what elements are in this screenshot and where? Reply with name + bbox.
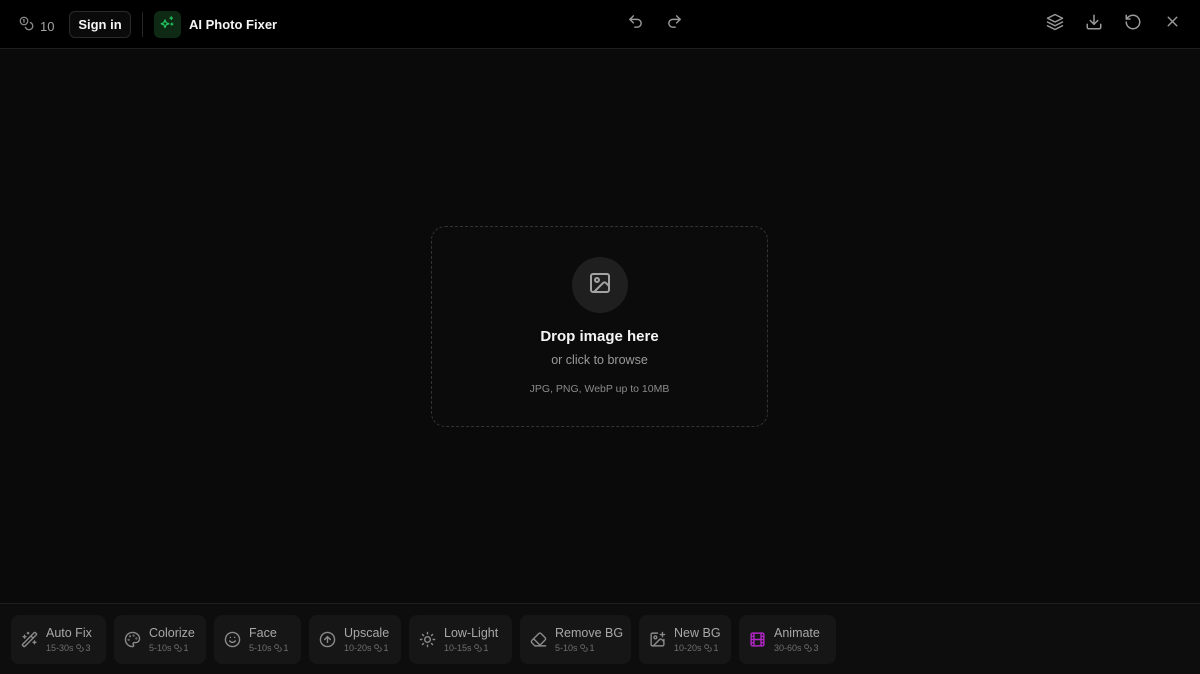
tool-name: Animate xyxy=(774,626,820,640)
tool-time: 10-20s xyxy=(674,643,702,653)
coin-icon xyxy=(173,644,182,652)
palette-icon xyxy=(124,631,141,648)
sign-in-button[interactable]: Sign in xyxy=(69,11,131,38)
reset-button[interactable] xyxy=(1123,14,1143,34)
tool-cost: 1 xyxy=(713,643,719,653)
tool-meta: 5-10s 1 xyxy=(249,643,289,653)
rotate-ccw-icon xyxy=(1124,13,1142,36)
tool-face[interactable]: Face 5-10s 1 xyxy=(214,615,301,664)
dropzone-icon-circle xyxy=(572,257,628,313)
tool-name: Low-Light xyxy=(444,626,499,640)
download-button[interactable] xyxy=(1084,14,1104,34)
tool-time: 10-15s xyxy=(444,643,472,653)
layers-icon xyxy=(1046,13,1064,36)
tool-time: 5-10s xyxy=(249,643,272,653)
download-icon xyxy=(1085,13,1103,36)
tool-name: New BG xyxy=(674,626,721,640)
image-plus-icon xyxy=(649,631,666,648)
dropzone-title: Drop image here xyxy=(540,328,659,345)
tool-time: 5-10s xyxy=(555,643,578,653)
tool-cost: 1 xyxy=(383,643,389,653)
tool-name: Auto Fix xyxy=(46,626,92,640)
tool-cost: 3 xyxy=(85,643,91,653)
tool-meta: 10-20s 1 xyxy=(344,643,389,653)
image-icon xyxy=(588,271,612,300)
dropzone-subtitle: or click to browse xyxy=(551,353,648,367)
close-button[interactable] xyxy=(1162,14,1182,34)
credits-indicator: 10 xyxy=(19,16,54,36)
smile-icon xyxy=(224,631,241,648)
undo-icon xyxy=(627,13,644,35)
film-icon xyxy=(749,631,766,648)
undo-button[interactable] xyxy=(625,14,645,34)
tool-meta: 15-30s 3 xyxy=(46,643,91,653)
tool-name: Face xyxy=(249,626,277,640)
redo-icon xyxy=(666,13,683,35)
tool-name: Upscale xyxy=(344,626,390,640)
app-title: AI Photo Fixer xyxy=(189,17,278,32)
redo-button[interactable] xyxy=(664,14,684,34)
eraser-icon xyxy=(530,631,547,648)
coin-icon xyxy=(75,644,84,652)
tool-time: 30-60s xyxy=(774,643,802,653)
coin-icon xyxy=(803,644,812,652)
top-bar: 10 Sign in AI Photo Fixer xyxy=(0,0,1200,49)
tool-animate[interactable]: Animate 30-60s 3 xyxy=(739,615,836,664)
tool-time: 5-10s xyxy=(149,643,172,653)
tool-name: Remove BG xyxy=(555,626,624,640)
coin-icon xyxy=(373,644,382,652)
tool-upscale[interactable]: Upscale 10-20s 1 xyxy=(309,615,401,664)
credits-count: 10 xyxy=(40,18,55,34)
tool-cost: 1 xyxy=(589,643,595,653)
magic-wand-icon xyxy=(21,631,38,648)
sparkles-icon xyxy=(160,15,175,35)
tool-cost: 1 xyxy=(283,643,289,653)
sun-icon xyxy=(419,631,436,648)
coins-icon xyxy=(19,16,34,36)
tool-name: Colorize xyxy=(149,626,195,640)
tool-cost: 1 xyxy=(483,643,489,653)
header-divider xyxy=(142,12,143,37)
tool-remove-bg[interactable]: Remove BG 5-10s 1 xyxy=(520,615,631,664)
dropzone-file-hint: JPG, PNG, WebP up to 10MB xyxy=(529,383,670,395)
layers-button[interactable] xyxy=(1045,13,1065,36)
tools-toolbar: Auto Fix 15-30s 3 Colorize 5-10s 1 Face … xyxy=(0,603,1200,674)
tool-time: 10-20s xyxy=(344,643,372,653)
tool-meta: 30-60s 3 xyxy=(774,643,819,653)
close-icon xyxy=(1164,13,1181,35)
coin-icon xyxy=(703,644,712,652)
tool-low-light[interactable]: Low-Light 10-15s 1 xyxy=(409,615,512,664)
image-dropzone[interactable]: Drop image here or click to browse JPG, … xyxy=(431,226,768,427)
coin-icon xyxy=(273,644,282,652)
tool-meta: 5-10s 1 xyxy=(555,643,595,653)
tool-meta: 5-10s 1 xyxy=(149,643,189,653)
arrow-up-circle-icon xyxy=(319,631,336,648)
tool-cost: 3 xyxy=(813,643,819,653)
app-logo xyxy=(154,11,181,38)
coin-icon xyxy=(579,644,588,652)
tool-time: 15-30s xyxy=(46,643,74,653)
tool-new-bg[interactable]: New BG 10-20s 1 xyxy=(639,615,731,664)
tool-colorize[interactable]: Colorize 5-10s 1 xyxy=(114,615,206,664)
tool-cost: 1 xyxy=(183,643,189,653)
tool-meta: 10-20s 1 xyxy=(674,643,719,653)
coin-icon xyxy=(473,644,482,652)
tool-meta: 10-15s 1 xyxy=(444,643,489,653)
tool-auto-fix[interactable]: Auto Fix 15-30s 3 xyxy=(11,615,106,664)
